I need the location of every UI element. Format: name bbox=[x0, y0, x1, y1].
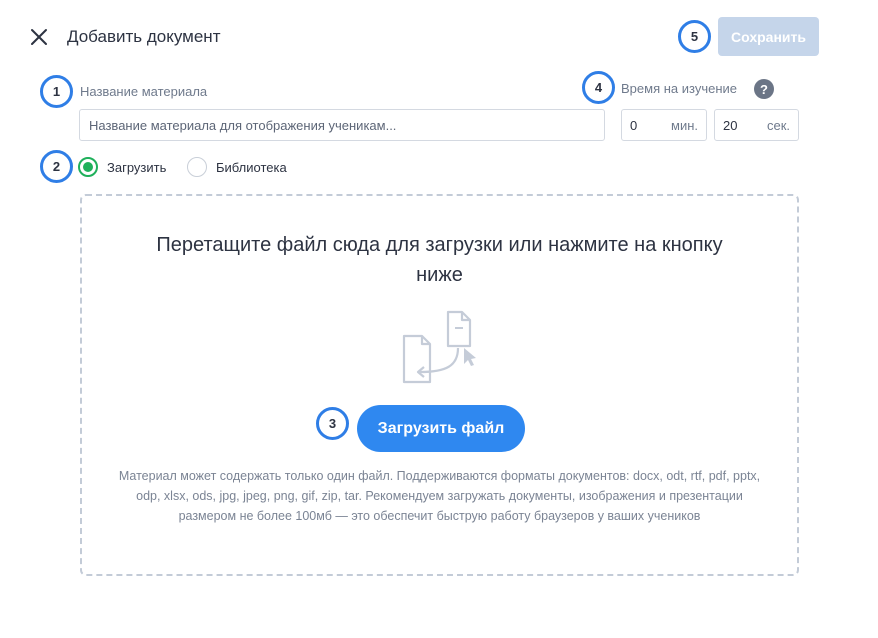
add-document-page: Добавить документ 5 Сохранить 1 Название… bbox=[0, 0, 878, 638]
page-title: Добавить документ bbox=[67, 27, 221, 46]
callout-badge-4: 4 bbox=[582, 71, 615, 104]
material-name-label: Название материала bbox=[80, 84, 208, 99]
help-icon[interactable]: ? bbox=[754, 79, 774, 99]
minutes-unit: мин. bbox=[671, 117, 698, 133]
radio-library-label: Библиотека bbox=[216, 159, 287, 175]
save-button[interactable]: Сохранить bbox=[718, 17, 819, 56]
radio-library-indicator bbox=[187, 157, 207, 177]
minutes-field[interactable]: 0 мин. bbox=[621, 109, 707, 141]
seconds-field[interactable]: 20 сек. bbox=[714, 109, 799, 141]
material-name-input[interactable] bbox=[79, 109, 605, 141]
file-upload-icon bbox=[400, 310, 482, 386]
radio-upload-label: Загрузить bbox=[107, 159, 167, 175]
radio-upload[interactable]: Загрузить bbox=[78, 157, 166, 177]
callout-badge-1: 1 bbox=[40, 75, 73, 108]
seconds-unit: сек. bbox=[766, 117, 790, 133]
seconds-value: 20 bbox=[723, 117, 738, 133]
dropzone-hint: Материал может содержать только один фай… bbox=[118, 469, 761, 523]
callout-badge-3: 3 bbox=[316, 407, 349, 440]
minutes-value: 0 bbox=[630, 117, 638, 133]
callout-badge-5: 5 bbox=[678, 20, 711, 53]
dropzone-title: Перетащите файл сюда для загрузки или на… bbox=[156, 234, 723, 286]
study-time-label: Время на изучение bbox=[621, 81, 737, 96]
file-dropzone[interactable]: Перетащите файл сюда для загрузки или на… bbox=[80, 194, 799, 576]
upload-file-button[interactable]: Загрузить файл bbox=[357, 405, 525, 452]
callout-badge-2: 2 bbox=[40, 150, 73, 183]
close-icon[interactable] bbox=[28, 26, 50, 48]
radio-library[interactable]: Библиотека bbox=[187, 157, 287, 177]
radio-upload-indicator bbox=[78, 157, 98, 177]
